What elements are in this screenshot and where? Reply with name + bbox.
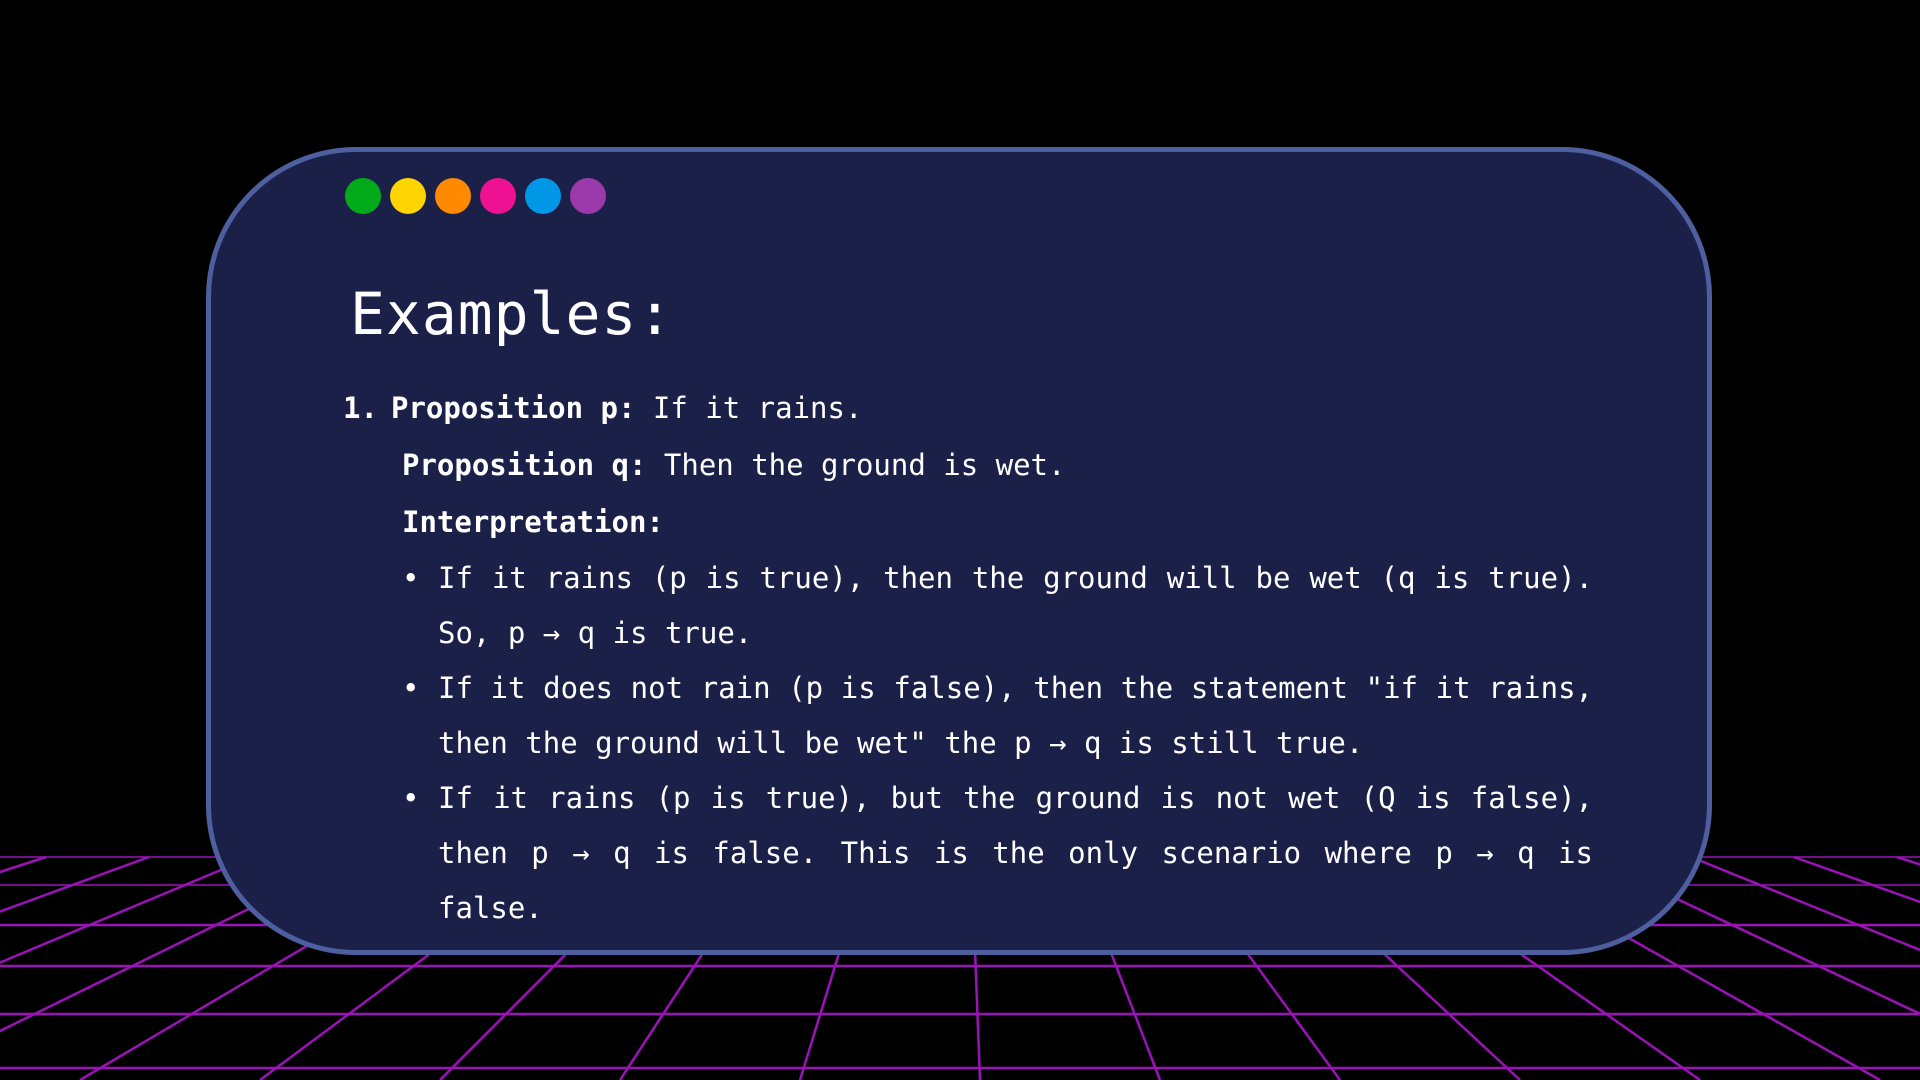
slide-stage: Examples: 1. Proposition p: If it rains. … <box>0 0 1920 1080</box>
grid-line <box>1793 855 1920 904</box>
proposition-p-text: If it rains. <box>635 391 863 425</box>
bullet-text: If it does not rain (p is false), then t… <box>438 671 1593 760</box>
bullet-icon: • <box>402 781 420 815</box>
color-dots <box>345 178 606 214</box>
bullet-text: If it rains (p is true), but the ground … <box>438 781 1593 925</box>
bullet-icon: • <box>402 671 420 705</box>
grid-line <box>0 855 47 874</box>
bullet-text: If it rains (p is true), then the ground… <box>438 561 1593 650</box>
example-1-interpretation: Interpretation: <box>343 494 1593 551</box>
interpretation-bullet: • If it rains (p is true), but the groun… <box>343 771 1593 936</box>
proposition-q-label: Proposition q: <box>402 448 647 482</box>
slide-title: Examples: <box>350 280 674 348</box>
examples-content: 1. Proposition p: If it rains. Propositio… <box>343 380 1593 936</box>
bullet-icon: • <box>402 561 420 595</box>
interpretation-label: Interpretation: <box>402 505 664 539</box>
example-1-proposition-q: Proposition q: Then the ground is wet. <box>343 437 1593 494</box>
proposition-p-label: Proposition p: <box>391 391 636 425</box>
grid-line <box>1896 855 1920 866</box>
blue-dot <box>525 178 561 214</box>
green-dot <box>345 178 381 214</box>
yellow-dot <box>390 178 426 214</box>
purple-dot <box>570 178 606 214</box>
proposition-q-text: Then the ground is wet. <box>646 448 1066 482</box>
interpretation-bullet: • If it does not rain (p is false), then… <box>343 661 1593 771</box>
interpretation-bullet: • If it rains (p is true), then the grou… <box>343 551 1593 661</box>
orange-dot <box>435 178 471 214</box>
interpretation-bullets: • If it rains (p is true), then the grou… <box>343 551 1593 936</box>
example-1-proposition-p: 1. Proposition p: If it rains. <box>343 380 1593 437</box>
pink-dot <box>480 178 516 214</box>
content-card: Examples: 1. Proposition p: If it rains. … <box>206 147 1712 955</box>
example-number: 1. <box>343 391 378 425</box>
